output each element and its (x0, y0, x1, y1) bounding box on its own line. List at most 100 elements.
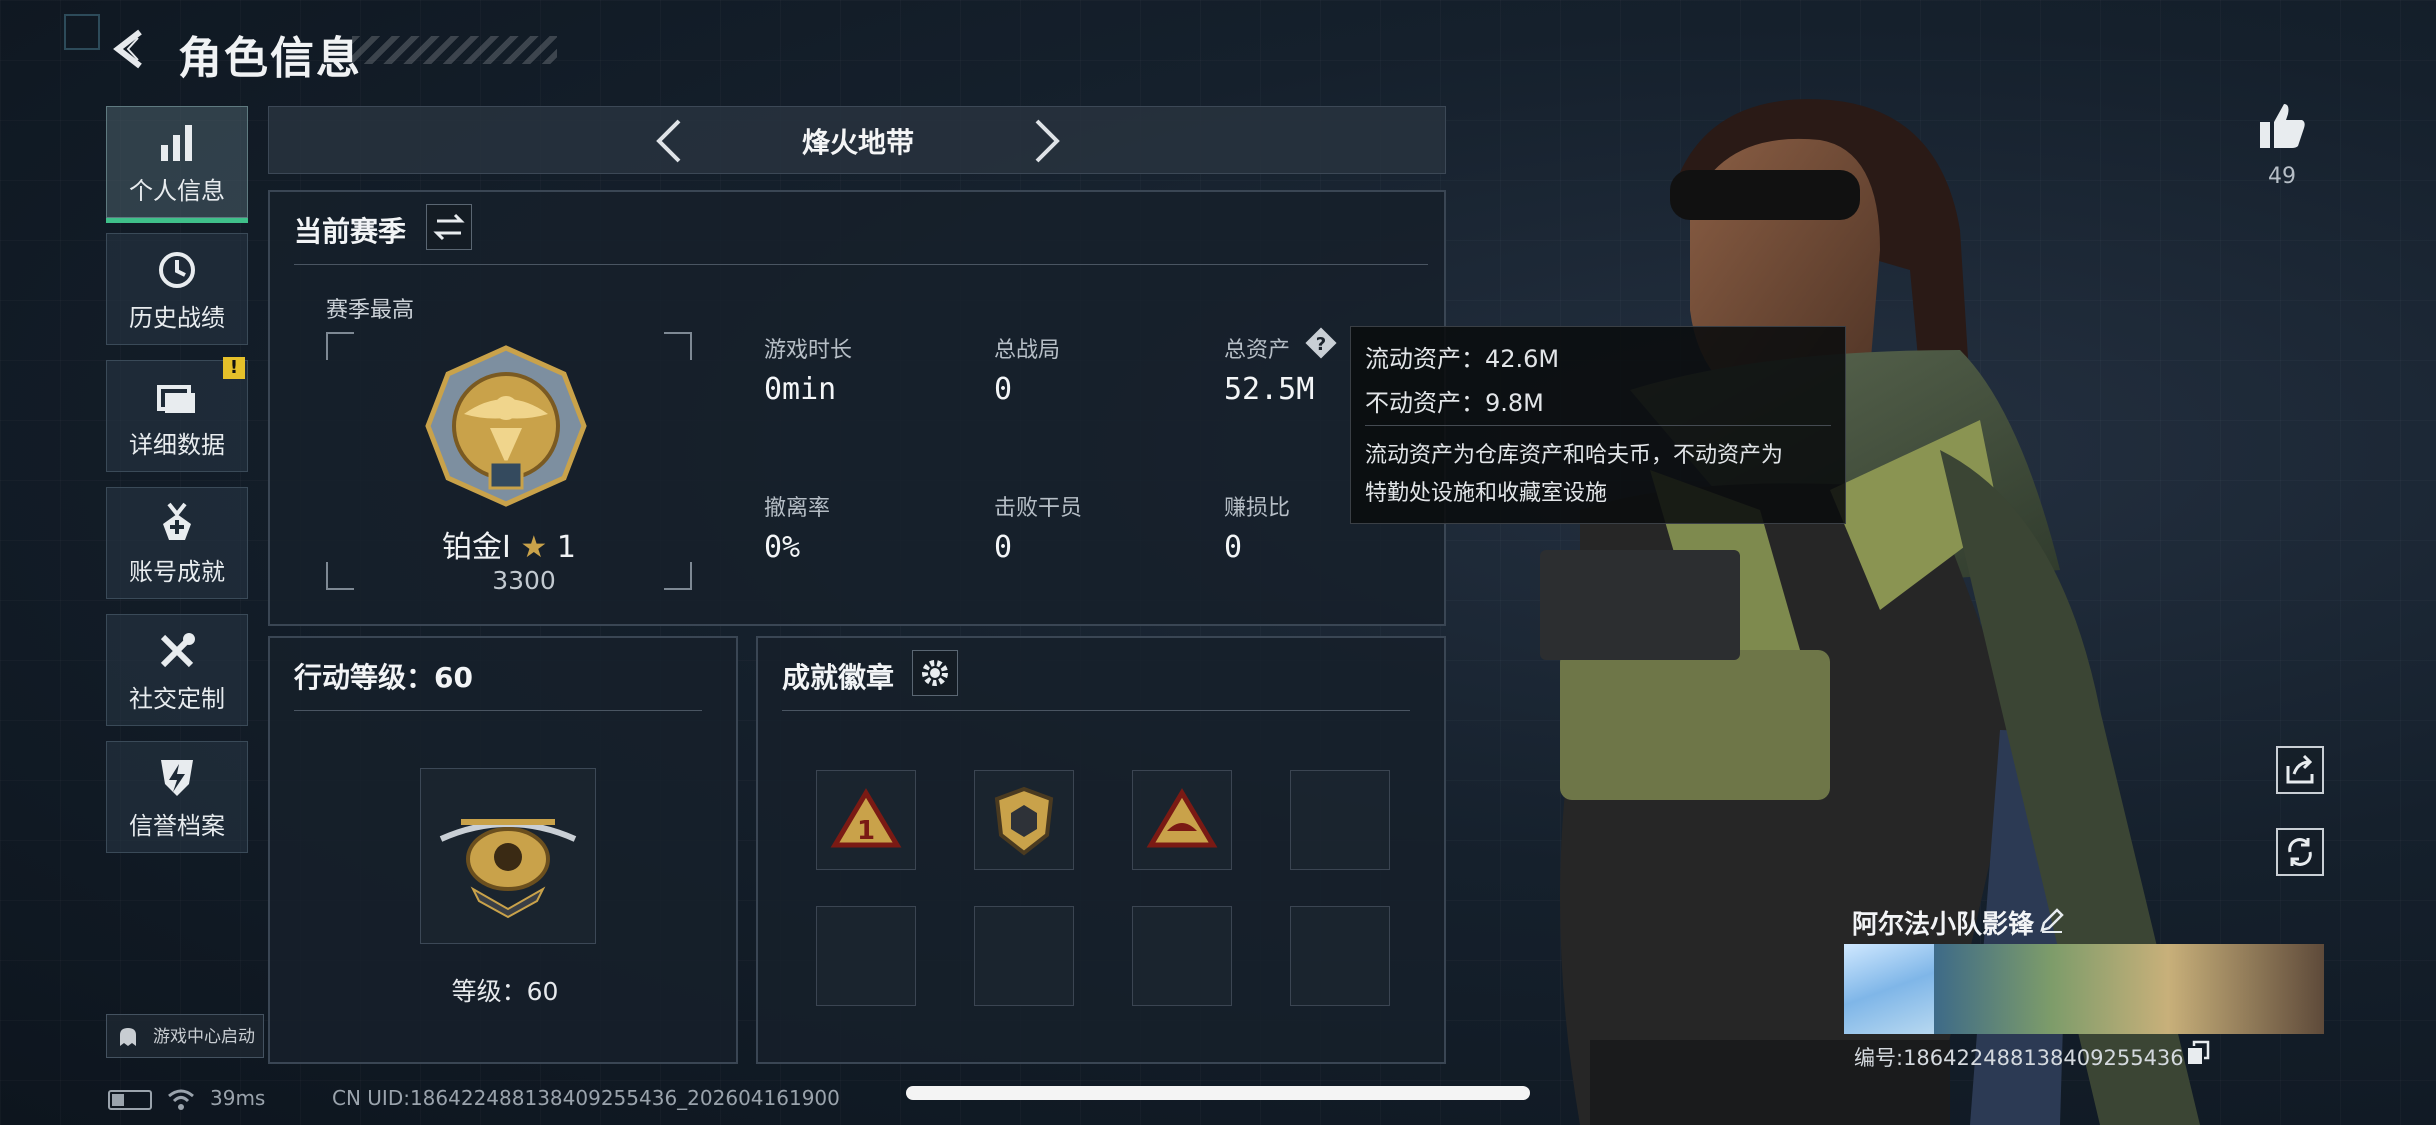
sidebar-item-reputation[interactable]: 信誉档案 (106, 741, 248, 853)
ping-latency: 39ms (210, 1086, 266, 1110)
page-title: 角色信息 (178, 33, 362, 84)
stat-label-total-assets: 总资产 (1224, 338, 1291, 363)
game-center-button[interactable]: 游戏中心启动 (106, 1014, 264, 1058)
player-id: 编号:186422488138409255436 (1854, 1042, 2184, 1072)
banner-image (1934, 944, 2324, 1034)
tooltip-fixed-assets: 不动资产：9.8M (1365, 389, 1544, 417)
stat-value-extract-rate: 0% (764, 530, 801, 565)
level-title: 行动等级：60 (294, 661, 473, 694)
achievement-slot-empty[interactable] (1132, 906, 1232, 1006)
sidebar-item-social[interactable]: 社交定制 (106, 614, 248, 726)
game-center-label: 游戏中心启动 (153, 1027, 255, 1047)
ghost-icon (120, 1028, 136, 1046)
achievement-slot[interactable] (974, 770, 1074, 870)
thumbs-up-icon[interactable] (2256, 100, 2308, 152)
share-icon (2286, 754, 2314, 784)
frame-corner (664, 562, 692, 590)
achievements-title: 成就徽章 (782, 661, 895, 694)
rank-name: 铂金Ⅰ ★ 1 (442, 522, 576, 566)
sidebar-item-personal-info[interactable]: 个人信息 (106, 106, 248, 223)
share-button[interactable] (2276, 746, 2324, 794)
sidebar-item-achievements[interactable]: 账号成就 (106, 487, 248, 599)
player-id-text: 编号:186422488138409255436 (1854, 1046, 2184, 1070)
svg-text:?: ? (1316, 334, 1326, 355)
achievements-panel: 成就徽章 1 (756, 636, 1446, 1064)
assets-tooltip: 流动资产：42.6M 不动资产：9.8M 流动资产为仓库资产和哈夫币，不动资产为… (1350, 326, 1846, 524)
assets-help-button[interactable]: ? (1304, 326, 1338, 360)
player-banner[interactable] (1844, 944, 2324, 1034)
refresh-button[interactable] (2276, 828, 2324, 876)
divider (294, 710, 702, 711)
achievement-slot-empty[interactable] (1290, 906, 1390, 1006)
folder-icon (157, 385, 195, 413)
edit-pencil-icon[interactable] (2038, 906, 2066, 934)
tooltip-description: 流动资产为仓库资产和哈夫币，不动资产为 (1365, 443, 1784, 468)
copy-icon[interactable] (2186, 1040, 2210, 1066)
uid-text: CN UID:186422488138409255436_20260416190… (332, 1086, 840, 1110)
sidebar-item-label: 社交定制 (129, 685, 225, 713)
achievement-slot-empty[interactable] (1290, 770, 1390, 870)
achievement-slot-empty[interactable] (974, 906, 1074, 1006)
season-panel: 当前赛季 赛季最高 铂金Ⅰ ★ 1 3300 游戏时长 0min 总战局 0 总… (268, 190, 1446, 626)
stat-value-operators-defeated: 0 (994, 530, 1013, 565)
gear-icon (922, 660, 948, 686)
player-avatar (1844, 944, 1934, 1034)
shield-bolt-icon (161, 760, 193, 796)
sidebar-item-label: 历史战绩 (129, 304, 225, 332)
medal-icon (163, 502, 191, 540)
like-count: 49 (2268, 164, 2296, 189)
history-clock-icon (159, 252, 195, 288)
stat-label-total-matches: 总战局 (994, 338, 1061, 363)
stat-label-extract-rate: 撤离率 (764, 496, 831, 521)
achievement-slot-empty[interactable] (816, 906, 916, 1006)
corner-decoration (64, 14, 100, 50)
frame-corner (326, 562, 354, 590)
achievements-settings-button[interactable] (912, 650, 958, 696)
season-title: 当前赛季 (294, 215, 407, 248)
frame-corner (664, 332, 692, 360)
question-icon: ? (1305, 327, 1337, 359)
level-label: 等级：60 (451, 977, 559, 1006)
refresh-icon (2288, 838, 2312, 866)
achievement-slot[interactable]: 1 (816, 770, 916, 870)
alert-badge: ! (223, 357, 245, 379)
back-arrow-icon[interactable] (108, 26, 154, 72)
stat-value-playtime: 0min (764, 372, 837, 407)
star-icon: ★ (520, 530, 548, 565)
sidebar-item-history[interactable]: 历史战绩 (106, 233, 248, 345)
sidebar-item-detail-data[interactable]: ! 详细数据 (106, 357, 248, 472)
level-panel: 行动等级：60 等级：60 (268, 636, 738, 1064)
rank-stars: 1 (556, 530, 576, 565)
level-emblem-frame (420, 768, 596, 944)
stat-label-profit-ratio: 赚损比 (1224, 496, 1291, 521)
tooltip-liquid-assets: 流动资产：42.6M (1365, 345, 1560, 373)
rank-name-text: 铂金Ⅰ (442, 530, 511, 565)
divider (294, 264, 1428, 265)
divider (782, 710, 1410, 711)
tooltip-divider (1365, 425, 1831, 426)
title-decoration (352, 36, 557, 64)
stat-value-total-assets: 52.5M (1224, 372, 1315, 407)
home-indicator[interactable] (906, 1086, 1530, 1100)
next-mode-arrow-icon[interactable] (1027, 117, 1067, 165)
swap-arrows-icon (433, 213, 465, 241)
stat-label-playtime: 游戏时长 (764, 338, 853, 363)
tooltip-description: 特勤处设施和收藏室设施 (1365, 481, 1608, 506)
sidebar-item-label: 信誉档案 (129, 812, 225, 840)
boat-triangle-badge-icon (1146, 788, 1218, 848)
shield-hexagon-badge-icon (994, 786, 1054, 856)
player-name-text: 阿尔法小队影锋 (1852, 910, 2035, 940)
stat-value-total-matches: 0 (994, 372, 1013, 407)
switch-season-button[interactable] (426, 204, 472, 250)
battery-icon (108, 1090, 152, 1110)
stat-value-profit-ratio: 0 (1224, 530, 1243, 565)
rank-one-triangle-badge-icon: 1 (830, 788, 902, 848)
season-best-label: 赛季最高 (326, 298, 415, 323)
platinum-rank-emblem (425, 345, 587, 507)
tools-icon (160, 633, 195, 668)
bar-chart-icon (161, 125, 192, 161)
stat-label-operators-defeated: 击败干员 (994, 496, 1083, 521)
achievement-slot[interactable] (1132, 770, 1232, 870)
sidebar-item-label: 详细数据 (129, 431, 225, 459)
mode-selector: 烽火地带 (268, 106, 1446, 174)
